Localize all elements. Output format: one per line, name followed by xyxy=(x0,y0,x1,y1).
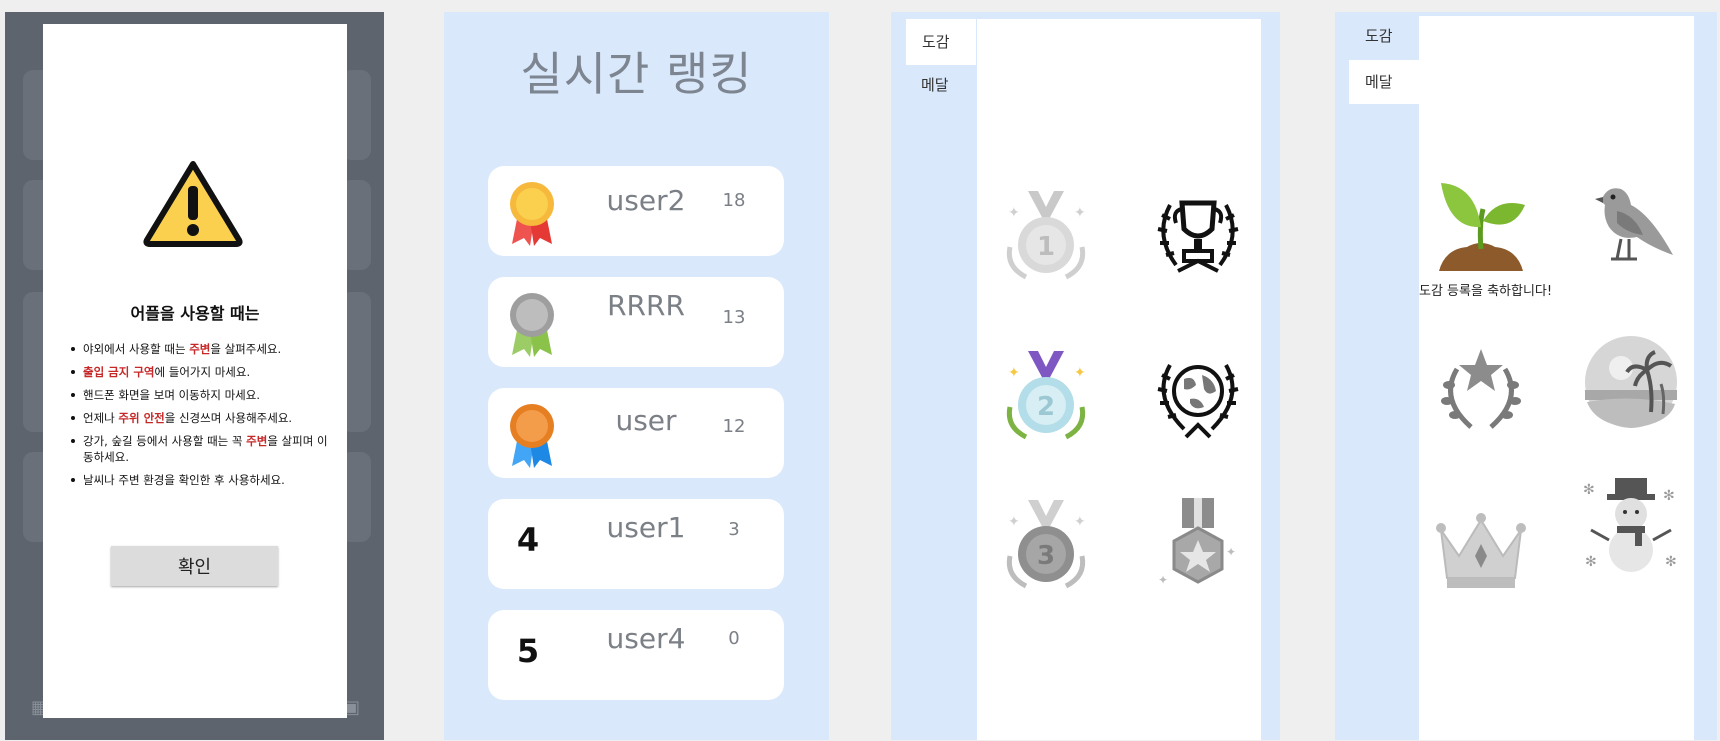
ranking-score: 12 xyxy=(722,416,746,437)
svg-text:1: 1 xyxy=(1037,232,1055,262)
medal-1st-locked-icon[interactable]: 1 ✦ ✦ xyxy=(996,185,1096,285)
svg-text:✻: ✻ xyxy=(1583,482,1595,498)
svg-text:2: 2 xyxy=(1037,392,1055,422)
star-laurel-locked-icon[interactable] xyxy=(1431,339,1531,439)
safety-rule: 핸드폰 화면을 보며 이동하지 마세요. xyxy=(69,387,334,403)
rule-text: 야외에서 사용할 때는 xyxy=(83,342,190,356)
svg-text:3: 3 xyxy=(1037,541,1055,571)
ranking-score: 3 xyxy=(728,519,740,540)
medal-3rd-locked-icon[interactable]: 3 ✦ ✦ xyxy=(996,494,1096,594)
ranking-score: 13 xyxy=(722,307,746,328)
highlighted-text: 주변 xyxy=(189,342,211,356)
page-title: 실시간 랭킹 xyxy=(520,47,753,101)
svg-text:✻: ✻ xyxy=(1585,554,1597,570)
collection-dex-screen: 도감 메달 도감 등록을 축하합니다! ✻ ✻ ✻ ✻ xyxy=(1335,12,1717,740)
bronze-medal-icon xyxy=(510,404,554,468)
svg-text:✦: ✦ xyxy=(1158,573,1168,587)
svg-text:✦: ✦ xyxy=(1008,514,1020,530)
tab-medal[interactable]: 메달 xyxy=(891,65,977,105)
svg-text:✻: ✻ xyxy=(1665,554,1677,570)
ranking-position: 5 xyxy=(516,632,540,670)
svg-text:✦: ✦ xyxy=(1008,365,1020,381)
ranking-name: user4 xyxy=(606,622,686,655)
rule-text: 을 신경쓰며 사용해주세요. xyxy=(164,411,293,425)
rule-text: 날씨나 주변 환경을 확인한 후 사용하세요. xyxy=(83,473,285,487)
svg-text:✦: ✦ xyxy=(1074,514,1086,530)
rule-text: 에 들어가지 마세요. xyxy=(154,365,251,379)
sprout-icon[interactable] xyxy=(1431,175,1531,275)
medal-2nd-icon[interactable]: 2 ✦ ✦ xyxy=(996,345,1096,445)
silver-medal-icon xyxy=(510,293,554,357)
ranking-row: user 12 xyxy=(488,388,784,478)
ranking-name: user2 xyxy=(606,184,686,217)
safety-rules-list: 야외에서 사용할 때는 주변을 살펴주세요. 출입 금지 구역에 들어가지 마세요… xyxy=(69,341,334,495)
tab-collection[interactable]: 도감 xyxy=(1335,16,1419,56)
safety-rule: 날씨나 주변 환경을 확인한 후 사용하세요. xyxy=(69,472,334,488)
highlighted-text: 출입 금지 구역 xyxy=(83,365,155,379)
warning-screen: ▦ ▣ 어플을 사용할 때는 야외에서 사용할 때는 주변을 살펴주세요. 출입 … xyxy=(5,12,384,740)
rule-text: 강가, 숲길 등에서 사용할 때는 꼭 xyxy=(83,434,247,448)
dialog-title: 어플을 사용할 때는 xyxy=(130,304,260,323)
svg-text:✦: ✦ xyxy=(1074,365,1086,381)
svg-text:✦: ✦ xyxy=(1074,205,1086,221)
ranking-screen: 실시간 랭킹 user2 18 RRRR 13 user 12 4 user1 … xyxy=(444,12,829,740)
bird-locked-icon[interactable] xyxy=(1581,175,1681,275)
svg-text:✻: ✻ xyxy=(1663,488,1675,504)
beach-palm-locked-icon[interactable] xyxy=(1581,332,1681,432)
warning-dialog: 어플을 사용할 때는 야외에서 사용할 때는 주변을 살펴주세요. 출입 금지 구… xyxy=(43,24,347,718)
gold-medal-icon xyxy=(510,182,554,246)
safety-rule: 야외에서 사용할 때는 주변을 살펴주세요. xyxy=(69,341,334,357)
ranking-name: RRRR xyxy=(607,289,685,322)
ranking-row: user2 18 xyxy=(488,166,784,256)
safety-rule: 언제나 주위 안전을 신경쓰며 사용해주세요. xyxy=(69,410,334,426)
svg-text:✦: ✦ xyxy=(1008,205,1020,221)
tab-medal[interactable]: 메달 xyxy=(1349,60,1419,104)
ranking-row: RRRR 13 xyxy=(488,277,784,367)
globe-laurel-icon[interactable] xyxy=(1148,345,1248,445)
ranking-name: user xyxy=(615,404,677,437)
safety-rule: 출입 금지 구역에 들어가지 마세요. xyxy=(69,364,334,380)
star-hexagon-medal-locked-icon[interactable]: ✦ ✦ xyxy=(1148,494,1248,594)
rule-text: 을 살펴주세요. xyxy=(210,342,282,356)
ranking-position: 4 xyxy=(516,521,540,559)
safety-rule: 강가, 숲길 등에서 사용할 때는 꼭 주변을 살피며 이동하세요. xyxy=(69,433,334,465)
ranking-name: user1 xyxy=(606,511,686,544)
confirm-button[interactable]: 확인 xyxy=(111,546,278,586)
ranking-score: 18 xyxy=(722,190,746,211)
ranking-row: 4 user1 3 xyxy=(488,499,784,589)
trophy-laurel-icon[interactable] xyxy=(1148,185,1248,285)
snowman-locked-icon[interactable]: ✻ ✻ ✻ ✻ xyxy=(1581,474,1681,574)
crown-locked-icon[interactable] xyxy=(1431,498,1531,598)
rule-text: 언제나 xyxy=(83,411,119,425)
ranking-score: 0 xyxy=(728,628,740,649)
warning-triangle-icon xyxy=(143,161,243,247)
tab-collection[interactable]: 도감 xyxy=(906,19,976,65)
collection-medal-screen: 도감 메달 1 ✦ ✦ 2 ✦ ✦ 3 ✦ ✦ ✦ ✦ xyxy=(891,12,1280,740)
highlighted-text: 주변 xyxy=(246,434,268,448)
congrats-message: 도감 등록을 축하합니다! xyxy=(1419,284,1553,299)
rule-text: 핸드폰 화면을 보며 이동하지 마세요. xyxy=(83,388,260,402)
ranking-row: 5 user4 0 xyxy=(488,610,784,700)
svg-text:✦: ✦ xyxy=(1226,545,1236,559)
highlighted-text: 주위 안전 xyxy=(118,411,165,425)
